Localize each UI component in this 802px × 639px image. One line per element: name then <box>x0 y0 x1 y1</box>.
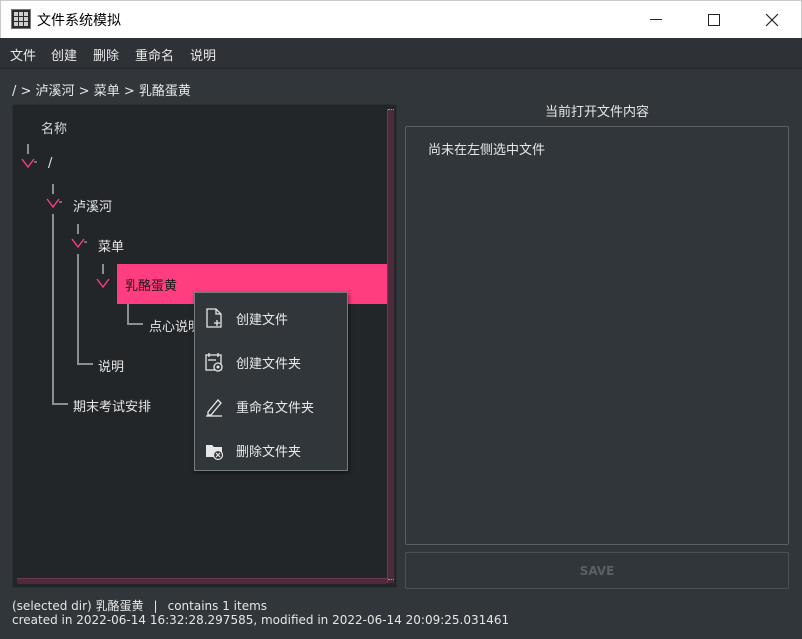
window-title: 文件系统模拟 <box>37 13 121 29</box>
menu-file[interactable]: 文件 <box>10 45 36 64</box>
tree-branch-line <box>52 184 54 194</box>
ctx-rename-folder[interactable]: 重命名文件夹 <box>195 383 347 427</box>
ctx-create-folder[interactable]: 创建文件夹 <box>195 339 347 383</box>
status-line-dates: created in 2022-06-14 16:32:28.297585, m… <box>12 613 510 627</box>
status-count: contains 1 items <box>167 599 268 613</box>
tree-branch-line <box>77 224 79 234</box>
tree-branch-line <box>77 254 79 364</box>
tree-branch-line <box>52 214 54 404</box>
chevron-down-icon[interactable] <box>71 237 87 249</box>
tree-node-menu[interactable]: 菜单 <box>98 236 124 255</box>
tree-node-shuoming[interactable]: 说明 <box>98 356 124 375</box>
tree-branch-line <box>102 264 104 274</box>
status-separator: | <box>153 599 158 613</box>
tree-node-root[interactable]: / <box>48 156 52 171</box>
status-line-selection: (selected dir) 乳酪蛋黄 | contains 1 items <box>12 597 267 614</box>
delete-folder-icon <box>206 445 224 461</box>
menu-delete[interactable]: 删除 <box>93 45 119 64</box>
title-bar: 文件系统模拟 <box>0 0 802 38</box>
new-file-icon <box>206 308 222 328</box>
tree-node-exam-schedule[interactable]: 期末考试安排 <box>73 396 151 415</box>
minimize-icon <box>650 19 662 20</box>
horizontal-scrollbar[interactable] <box>17 578 387 584</box>
context-menu: 创建文件 创建文件夹 重命名文件夹 删除文件夹 <box>194 292 348 471</box>
tree-branch-line <box>52 403 68 405</box>
tree-branch-line <box>27 144 29 154</box>
tree-node-luxihe[interactable]: 泸溪河 <box>73 196 112 215</box>
chevron-down-icon[interactable] <box>96 277 112 289</box>
vertical-scrollbar[interactable] <box>387 109 394 583</box>
file-content-editor[interactable]: 尚未在左侧选中文件 <box>405 126 789 545</box>
maximize-button[interactable] <box>685 1 743 38</box>
close-icon <box>765 13 779 26</box>
menu-create[interactable]: 创建 <box>51 45 77 64</box>
tree-branch-line <box>77 363 93 365</box>
close-button[interactable] <box>743 1 801 38</box>
ctx-create-file[interactable]: 创建文件 <box>195 295 347 339</box>
maximize-icon <box>708 13 720 26</box>
chevron-down-icon[interactable] <box>21 157 37 169</box>
breadcrumb: / > 泸溪河 > 菜单 > 乳酪蛋黄 <box>12 84 191 99</box>
new-folder-icon <box>205 353 223 372</box>
minimize-button[interactable] <box>627 1 685 38</box>
app-icon <box>11 9 31 29</box>
content-panel-title: 当前打开文件内容 <box>544 105 649 120</box>
save-button[interactable]: SAVE <box>405 552 789 589</box>
ctx-delete-folder[interactable]: 删除文件夹 <box>195 427 347 471</box>
status-selected: (selected dir) 乳酪蛋黄 <box>12 599 144 613</box>
rename-pencil-icon <box>206 399 222 417</box>
content-placeholder: 尚未在左侧选中文件 <box>428 143 546 158</box>
menu-bar: 文件 创建 删除 重命名 说明 <box>0 38 802 69</box>
tree-branch-line <box>127 323 143 325</box>
menu-rename[interactable]: 重命名 <box>135 45 174 64</box>
tree-node-rulao-danhuang: 乳酪蛋黄 <box>125 279 178 294</box>
tree-column-header[interactable]: 名称 <box>41 118 67 137</box>
chevron-down-icon[interactable] <box>46 197 62 209</box>
menu-help[interactable]: 说明 <box>190 45 216 64</box>
